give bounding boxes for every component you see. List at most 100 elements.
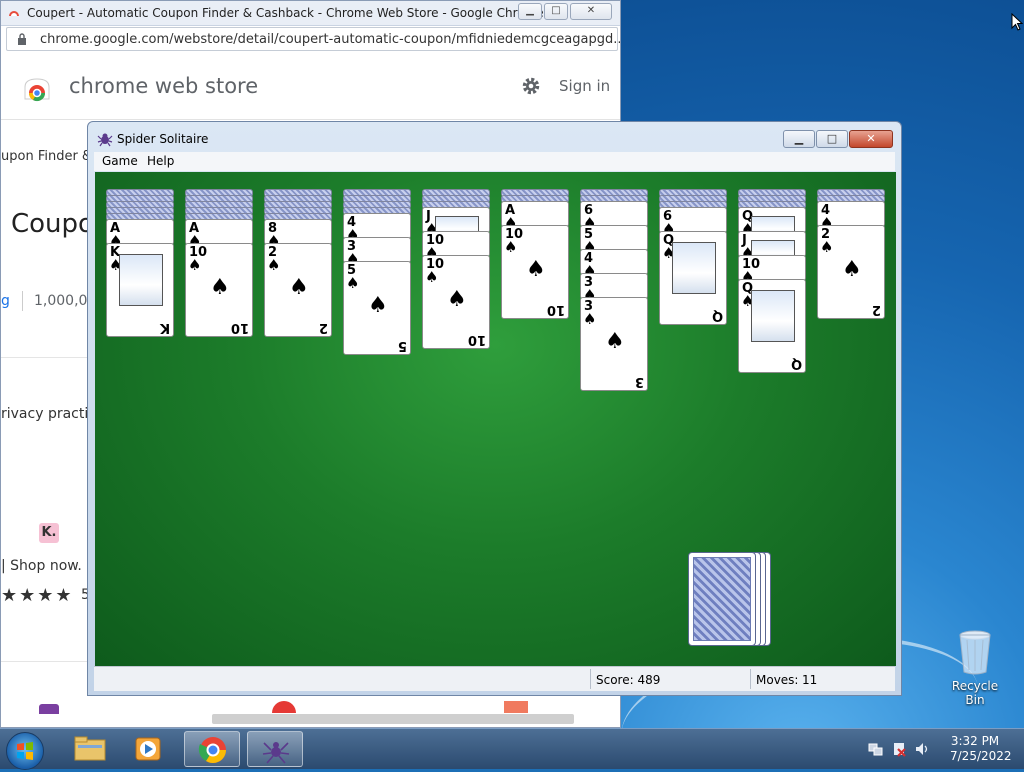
spade-icon: ♠ — [605, 329, 625, 354]
recycle-bin-label: Recycle Bin — [951, 679, 999, 707]
playing-card[interactable]: A ♠ — [106, 219, 174, 245]
taskbar-spider-solitaire[interactable] — [247, 731, 303, 767]
playing-card[interactable]: 3 ♠ — [580, 273, 648, 299]
spade-icon: ♠ — [289, 275, 309, 300]
card-back-pattern — [693, 557, 751, 641]
face-card-art — [751, 290, 795, 342]
spider-icon — [97, 133, 113, 147]
playing-card[interactable]: Q ♠ Q — [659, 231, 727, 325]
card-rank-bottom: 10 — [230, 320, 249, 335]
card-rank-bottom: 3 — [634, 374, 644, 389]
spider-window-controls: ▁ □ ✕ — [783, 130, 893, 148]
playing-card[interactable]: 4 ♠ — [580, 249, 648, 275]
playing-card[interactable]: 2 ♠ ♠ 2 — [817, 225, 885, 319]
recycle-bin-shortcut[interactable]: Recycle Bin — [944, 630, 1006, 707]
spade-icon: ♠ — [267, 256, 281, 274]
taskbar-media-player[interactable] — [120, 731, 176, 767]
category-link[interactable]: g — [1, 293, 10, 309]
playing-card[interactable]: 6 ♠ — [659, 207, 727, 233]
coupert-favicon-icon — [9, 11, 19, 16]
spade-icon: ♠ — [425, 268, 439, 286]
folder-icon — [74, 736, 106, 761]
playing-card[interactable]: 10 ♠ — [738, 255, 806, 281]
card-rank-bottom: 2 — [318, 320, 328, 335]
stock-pile[interactable] — [688, 552, 756, 646]
status-separator — [590, 669, 591, 689]
card-rank-bottom: K — [159, 320, 170, 335]
k-badge: K. — [39, 523, 59, 543]
chrome-window-title: Coupert - Automatic Coupon Finder & Cash… — [27, 6, 544, 20]
playing-card[interactable]: 4 ♠ — [343, 213, 411, 239]
clock-time: 3:32 PM — [950, 734, 1000, 748]
playing-card[interactable]: 3 ♠ — [343, 237, 411, 263]
playing-card[interactable]: 5 ♠ — [580, 225, 648, 251]
playing-card[interactable]: 3 ♠ ♠ 3 — [580, 297, 648, 391]
maximize-button[interactable]: □ — [544, 3, 568, 20]
rating-stars-icon: ★★★★ — [1, 585, 74, 606]
taskbar-chrome[interactable] — [184, 731, 240, 767]
playing-card[interactable]: 6 ♠ — [580, 201, 648, 227]
playing-card[interactable]: K ♠ K — [106, 243, 174, 337]
gear-icon[interactable] — [521, 76, 541, 96]
spade-icon: ♠ — [447, 287, 467, 312]
maximize-button[interactable]: □ — [816, 130, 848, 148]
spider-solitaire-window[interactable]: Spider Solitaire ▁ □ ✕ Game Help A ♠ K ♠ K A ♠… — [87, 121, 902, 696]
playing-card[interactable]: 5 ♠ ♠ 5 — [343, 261, 411, 355]
status-separator — [750, 669, 751, 689]
chrome-icon — [198, 737, 227, 764]
score-display: Score: 489 — [596, 673, 661, 687]
card-rank-bottom: Q — [790, 356, 802, 371]
close-button[interactable]: ✕ — [849, 130, 893, 148]
card-rank-bottom: 5 — [397, 338, 407, 353]
spade-icon: ♠ — [368, 293, 388, 318]
playing-card[interactable]: Q ♠ Q — [738, 279, 806, 373]
card-rank-bottom: Q — [711, 308, 723, 323]
card-rank-bottom: 2 — [871, 302, 881, 317]
clock-date: 7/25/2022 — [950, 749, 1012, 763]
playing-card[interactable]: 2 ♠ ♠ 2 — [264, 243, 332, 337]
playing-card[interactable]: 10 ♠ ♠ 10 — [185, 243, 253, 337]
app-icon — [39, 704, 59, 714]
breadcrumb[interactable]: upon Finder & — [1, 149, 92, 164]
spade-icon: ♠ — [210, 275, 230, 300]
playing-card[interactable]: A ♠ — [501, 201, 569, 227]
store-title[interactable]: chrome web store — [69, 74, 258, 98]
playing-card[interactable]: 10 ♠ ♠ 10 — [501, 225, 569, 319]
horizontal-scrollbar[interactable] — [212, 714, 574, 724]
store-header: chrome web store Sign in — [1, 57, 620, 120]
start-button[interactable] — [6, 732, 44, 770]
playing-card[interactable]: 4 ♠ — [817, 201, 885, 227]
media-player-icon — [135, 737, 161, 761]
playing-card[interactable]: 10 ♠ — [422, 231, 490, 257]
spider-icon — [262, 742, 290, 764]
playing-card[interactable]: J ♠ — [738, 231, 806, 257]
spade-icon: ♠ — [526, 257, 546, 282]
playing-card[interactable]: Q ♠ — [738, 207, 806, 233]
sign-in-link[interactable]: Sign in — [559, 77, 610, 95]
system-clock[interactable]: 3:32 PM 7/25/2022 — [950, 734, 1012, 764]
minimize-button[interactable]: ▁ — [518, 3, 542, 20]
address-bar[interactable]: chrome.google.com/webstore/detail/couper… — [6, 27, 620, 51]
privacy-practices-heading: rivacy practi — [1, 406, 89, 422]
menu-bar: Game Help — [94, 152, 895, 171]
playing-card[interactable]: 8 ♠ — [264, 219, 332, 245]
action-center-warning-icon[interactable] — [891, 741, 907, 757]
playing-card[interactable]: J ♠ — [422, 207, 490, 233]
playing-card[interactable]: 10 ♠ ♠ 10 — [422, 255, 490, 349]
menu-help[interactable]: Help — [147, 154, 174, 168]
windows-logo-icon — [17, 742, 33, 760]
spider-window-title: Spider Solitaire — [117, 132, 209, 146]
face-card-art — [672, 242, 716, 294]
recycle-bin-icon — [959, 630, 991, 675]
volume-icon[interactable] — [914, 741, 930, 757]
spade-icon: ♠ — [504, 238, 518, 256]
menu-game[interactable]: Game — [102, 154, 138, 168]
network-icon[interactable] — [868, 741, 884, 757]
taskbar-explorer[interactable] — [62, 731, 118, 767]
close-button[interactable]: ✕ — [570, 3, 612, 20]
game-table[interactable]: A ♠ K ♠ K A ♠ 10 ♠ ♠ 10 8 ♠ 2 ♠ ♠ 2 4 ♠ 3 ♠ 5 ♠ ♠ 5 J ♠ 10 ♠ 10 ♠ ♠ 10 A ♠… — [95, 172, 896, 666]
minimize-button[interactable]: ▁ — [783, 130, 815, 148]
chrome-web-store-logo-icon[interactable] — [23, 75, 51, 103]
chrome-titlebar[interactable]: Coupert - Automatic Coupon Finder & Cash… — [1, 1, 620, 26]
playing-card[interactable]: A ♠ — [185, 219, 253, 245]
